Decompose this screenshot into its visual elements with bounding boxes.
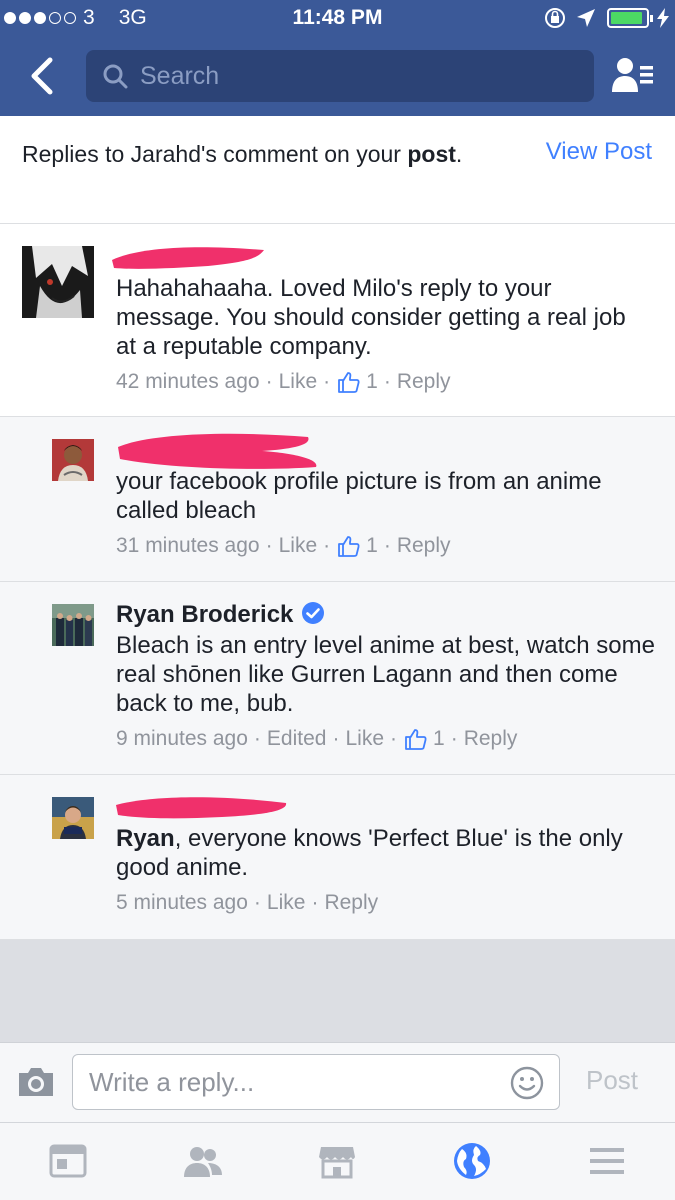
like-button[interactable]: Like [267, 891, 306, 915]
back-button[interactable] [22, 54, 62, 98]
reply-composer: Write a reply... Post [0, 1042, 675, 1122]
globe-icon[interactable] [452, 1141, 492, 1181]
like-count: 1 [433, 727, 445, 750]
redacted-name [116, 797, 287, 819]
empty-area [0, 940, 675, 1042]
marketplace-icon[interactable] [317, 1141, 357, 1181]
search-input[interactable]: Search [86, 50, 594, 102]
comment: Hahahahaaha. Loved Milo's reply to your … [0, 224, 675, 417]
reply-input[interactable]: Write a reply... [72, 1054, 560, 1110]
avatar[interactable] [22, 246, 94, 318]
reply-button[interactable]: Reply [324, 891, 378, 915]
reply-comment: your facebook profile picture is from an… [0, 417, 675, 582]
like-thumb-icon [338, 536, 360, 557]
reply-button[interactable]: Reply [397, 534, 451, 558]
comment-text: Hahahahaaha. Loved Milo's reply to your … [116, 275, 626, 360]
search-icon [103, 64, 128, 89]
like-button[interactable]: Like [345, 727, 384, 751]
comment-meta: 9 minutes ago · Edited · Like · 1 · Reply [116, 727, 518, 751]
back-icon [31, 57, 53, 95]
emoji-icon[interactable] [509, 1065, 545, 1101]
battery-level [611, 12, 642, 24]
post-link[interactable]: post [407, 141, 456, 167]
rotation-lock-icon [545, 8, 565, 28]
like-thumb-icon [405, 729, 427, 750]
location-icon [577, 9, 595, 27]
friend-requests-icon [612, 58, 653, 92]
like-count: 1 [366, 534, 378, 557]
nav-bar: Search [0, 36, 675, 116]
reply-comment: Ryan Broderick Bleach is an entry level … [0, 582, 675, 775]
friends-icon[interactable] [183, 1141, 223, 1181]
status-icons [543, 6, 669, 30]
reply-button[interactable]: Reply [464, 727, 518, 751]
comment-meta: 5 minutes ago · Like · Reply [116, 891, 379, 915]
timestamp: 42 minutes ago [116, 370, 260, 393]
redacted-name [112, 247, 264, 269]
like-thumb-icon [338, 372, 360, 393]
camera-button[interactable] [16, 1065, 56, 1099]
like-count: 1 [366, 370, 378, 393]
tab-bar [0, 1122, 675, 1200]
camera-icon [19, 1068, 53, 1096]
charging-icon [657, 8, 669, 28]
like-button[interactable]: Like [279, 370, 318, 394]
reply-button[interactable]: Reply [397, 370, 451, 394]
like-button[interactable]: Like [279, 534, 318, 558]
menu-icon[interactable] [587, 1141, 627, 1181]
avatar[interactable] [52, 797, 94, 839]
timestamp: 31 minutes ago [116, 534, 260, 557]
comment-text: Ryan, everyone knows 'Perfect Blue' is t… [116, 825, 623, 881]
timestamp: 5 minutes ago [116, 891, 248, 914]
post-button[interactable]: Post [586, 1065, 638, 1096]
thread-header: Replies to Jarahd's comment on your post… [0, 116, 675, 224]
news-feed-icon[interactable] [48, 1141, 88, 1181]
status-bar: 3 3G 11:48 PM [0, 0, 675, 36]
comment-text: your facebook profile picture is from an… [116, 468, 602, 524]
avatar[interactable] [52, 439, 94, 481]
friend-requests-button[interactable] [610, 56, 656, 96]
commenter-name[interactable]: Ryan Broderick [116, 601, 325, 629]
view-post-link[interactable]: View Post [546, 138, 652, 166]
verified-badge-icon [302, 602, 325, 624]
search-placeholder: Search [140, 62, 220, 90]
mention-link[interactable]: Ryan [116, 825, 175, 852]
comment-meta: 42 minutes ago · Like · 1 · Reply [116, 370, 451, 394]
reply-comment: Ryan, everyone knows 'Perfect Blue' is t… [0, 775, 675, 940]
reply-placeholder: Write a reply... [89, 1067, 255, 1097]
comment-text: Bleach is an entry level anime at best, … [116, 632, 655, 717]
comment-meta: 31 minutes ago · Like · 1 · Reply [116, 534, 451, 558]
avatar[interactable] [52, 604, 94, 646]
battery-icon [607, 8, 653, 28]
edited-label: Edited [266, 727, 327, 750]
thread-title: Replies to Jarahd's comment on your post… [22, 141, 463, 167]
timestamp: 9 minutes ago [116, 727, 248, 750]
